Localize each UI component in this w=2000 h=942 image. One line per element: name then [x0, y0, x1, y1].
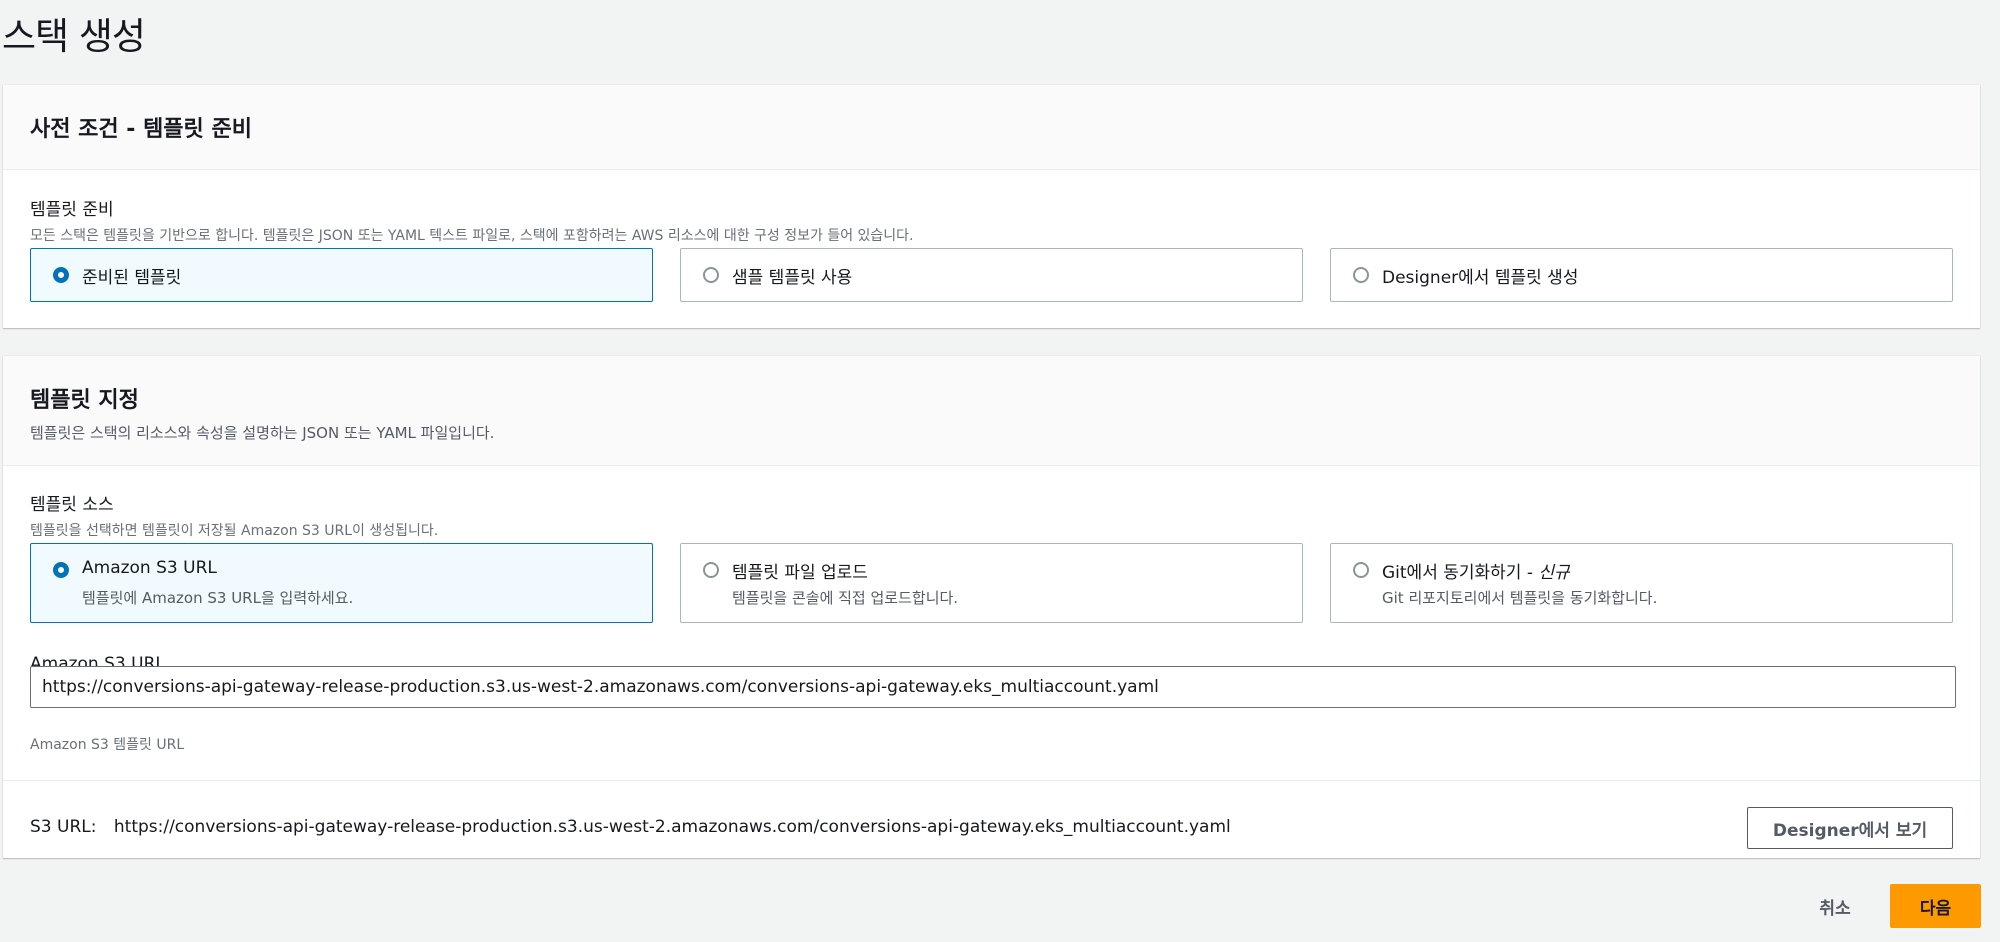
git-sync-label: Git에서 동기화하기 -	[1382, 563, 1539, 583]
radio-icon[interactable]	[703, 562, 719, 578]
option-template-ready[interactable]: 준비된 템플릿	[30, 248, 653, 302]
template-source-label: 템플릿 소스	[30, 495, 114, 515]
s3-url-summary: S3 URL: https://conversions-api-gateway-…	[30, 817, 1231, 837]
view-in-designer-button[interactable]: Designer에서 보기	[1747, 807, 1953, 849]
specify-template-panel: 템플릿 지정 템플릿은 스택의 리소스와 속성을 설명하는 JSON 또는 YA…	[3, 356, 1980, 858]
option-label: 샘플 템플릿 사용	[732, 268, 853, 288]
source-label: Git에서 동기화하기 - 신규	[1382, 558, 1570, 583]
template-source-options: Amazon S3 URL 템플릿에 Amazon S3 URL을 입력하세요.…	[30, 543, 1953, 623]
source-git-sync[interactable]: Git에서 동기화하기 - 신규 Git 리포지토리에서 템플릿을 동기화합니다…	[1330, 543, 1953, 623]
source-upload-file[interactable]: 템플릿 파일 업로드 템플릿을 콘솔에 직접 업로드합니다.	[680, 543, 1303, 623]
prepare-template-label: 템플릿 준비	[30, 200, 114, 220]
option-sample-template[interactable]: 샘플 템플릿 사용	[680, 248, 1303, 302]
s3-url-input[interactable]	[30, 666, 1956, 708]
radio-icon[interactable]	[703, 267, 719, 283]
s3-url-summary-value: https://conversions-api-gateway-release-…	[113, 817, 1231, 837]
next-button[interactable]: 다음	[1890, 884, 1981, 928]
option-label: Designer에서 템플릿 생성	[1382, 268, 1579, 288]
prerequisite-title: 사전 조건 - 템플릿 준비	[30, 117, 252, 142]
specify-desc: 템플릿은 스택의 리소스와 속성을 설명하는 JSON 또는 YAML 파일입니…	[30, 424, 495, 442]
new-badge: 신규	[1538, 563, 1570, 583]
s3-url-hint: Amazon S3 템플릿 URL	[30, 737, 185, 753]
prepare-template-options: 준비된 템플릿 샘플 템플릿 사용 Designer에서 템플릿 생성	[30, 248, 1953, 302]
source-amazon-s3-url[interactable]: Amazon S3 URL 템플릿에 Amazon S3 URL을 입력하세요.	[30, 543, 653, 623]
source-desc: Git 리포지토리에서 템플릿을 동기화합니다.	[1382, 589, 1658, 607]
radio-selected-icon[interactable]	[53, 562, 69, 578]
source-label: 템플릿 파일 업로드	[732, 563, 868, 583]
source-desc: 템플릿에 Amazon S3 URL을 입력하세요.	[82, 589, 354, 607]
prerequisite-panel: 사전 조건 - 템플릿 준비 템플릿 준비 모든 스택은 템플릿을 기반으로 합…	[3, 85, 1980, 328]
prerequisite-header: 사전 조건 - 템플릿 준비	[3, 85, 1980, 170]
cancel-button[interactable]: 취소	[1800, 885, 1870, 927]
template-source-desc: 템플릿을 선택하면 템플릿이 저장될 Amazon S3 URL이 생성됩니다.	[30, 523, 439, 539]
radio-selected-icon[interactable]	[53, 267, 69, 283]
specify-header: 템플릿 지정 템플릿은 스택의 리소스와 속성을 설명하는 JSON 또는 YA…	[3, 356, 1980, 466]
prepare-template-desc: 모든 스택은 템플릿을 기반으로 합니다. 템플릿은 JSON 또는 YAML …	[30, 228, 914, 244]
radio-icon[interactable]	[1353, 267, 1369, 283]
option-label: 준비된 템플릿	[82, 268, 182, 288]
page-title: 스택 생성	[2, 15, 146, 58]
s3-url-summary-label: S3 URL:	[30, 817, 97, 837]
divider	[3, 780, 1980, 781]
source-label: Amazon S3 URL	[82, 558, 217, 578]
radio-icon[interactable]	[1353, 562, 1369, 578]
specify-title: 템플릿 지정	[30, 388, 139, 413]
option-designer-template[interactable]: Designer에서 템플릿 생성	[1330, 248, 1953, 302]
source-desc: 템플릿을 콘솔에 직접 업로드합니다.	[732, 589, 959, 607]
